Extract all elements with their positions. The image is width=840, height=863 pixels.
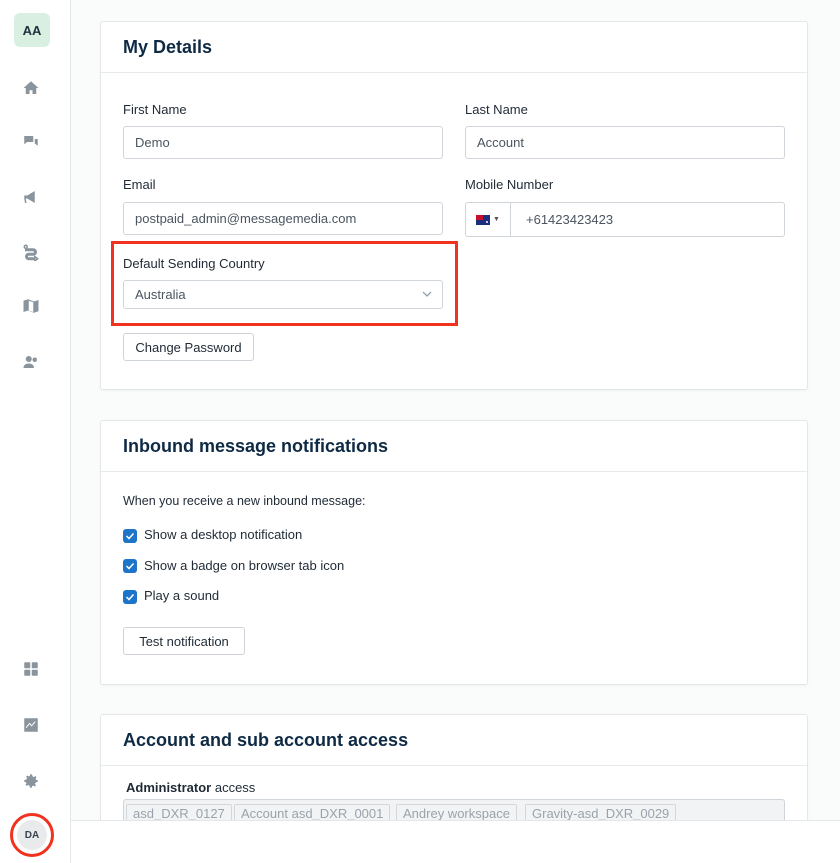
user-initials: DA [17, 820, 47, 850]
access-role-text: Administrator access [126, 780, 255, 795]
account-access-field[interactable]: asd_DXR_0127 Account asd_DXR_0001 Andrey… [123, 799, 785, 820]
badge-tab-icon-checkbox[interactable] [123, 559, 137, 573]
main-content: My Details First Name Demo Last Name Acc… [71, 0, 840, 820]
country-select[interactable]: Australia [123, 280, 443, 309]
mobile-number-value: +61423423423 [526, 212, 614, 227]
country-code-dropdown[interactable]: ▼ [466, 203, 511, 236]
play-sound-label: Play a sound [144, 588, 220, 603]
change-password-button[interactable]: Change Password [123, 333, 254, 361]
account-access-card: Account and sub account access Administr… [100, 714, 808, 820]
badge-tab-icon-label: Show a badge on browser tab icon [144, 558, 345, 573]
country-label: Default Sending Country [123, 256, 265, 271]
last-name-input[interactable]: Account [465, 126, 785, 159]
email-input[interactable]: postpaid_admin@messagemedia.com [123, 202, 443, 235]
my-details-title: My Details [123, 36, 213, 57]
last-name-label: Last Name [465, 102, 528, 117]
access-role-rest: access [211, 780, 256, 795]
apps-grid-icon[interactable] [20, 658, 42, 680]
settings-icon[interactable] [20, 770, 42, 792]
bottom-bar [71, 820, 840, 863]
contacts-icon[interactable] [20, 351, 42, 373]
account-tag: asd_DXR_0127 [126, 804, 232, 820]
country-value: Australia [135, 287, 186, 302]
first-name-input[interactable]: Demo [123, 126, 443, 159]
home-icon[interactable] [20, 77, 42, 99]
play-sound-checkbox[interactable] [123, 590, 137, 604]
my-details-header: My Details [101, 22, 807, 73]
sidebar: AA DA [0, 0, 71, 863]
analytics-icon[interactable] [20, 714, 42, 736]
test-notification-button[interactable]: Test notification [123, 627, 245, 655]
account-tag: Andrey workspace [396, 804, 517, 820]
notifications-header: Inbound message notifications [101, 421, 807, 472]
desktop-notification-checkbox[interactable] [123, 529, 137, 543]
account-tag: Gravity-asd_DXR_0029 [525, 804, 677, 820]
account-tag: Account asd_DXR_0001 [234, 804, 391, 820]
my-details-card: My Details First Name Demo Last Name Acc… [100, 21, 808, 390]
desktop-notification-label: Show a desktop notification [144, 527, 303, 542]
notifications-title: Inbound message notifications [123, 435, 389, 456]
notifications-intro: When you receive a new inbound message: [123, 494, 366, 508]
australia-flag-icon [476, 214, 491, 225]
map-icon[interactable] [20, 295, 42, 317]
email-label: Email [123, 177, 156, 192]
workspace-avatar[interactable]: AA [14, 13, 50, 47]
chevron-down-icon [422, 291, 432, 297]
first-name-label: First Name [123, 102, 187, 117]
account-access-header: Account and sub account access [101, 715, 807, 766]
chat-icon[interactable] [20, 131, 42, 153]
caret-down-icon: ▼ [493, 216, 500, 223]
notifications-card: Inbound message notifications When you r… [100, 420, 808, 685]
user-avatar-button[interactable]: DA [10, 813, 54, 857]
megaphone-icon[interactable] [20, 186, 42, 208]
access-role-bold: Administrator [126, 780, 212, 795]
mobile-label: Mobile Number [465, 177, 554, 192]
workflow-icon[interactable] [20, 241, 42, 263]
account-access-title: Account and sub account access [123, 729, 409, 750]
mobile-input[interactable]: ▼ +61423423423 [465, 202, 785, 237]
